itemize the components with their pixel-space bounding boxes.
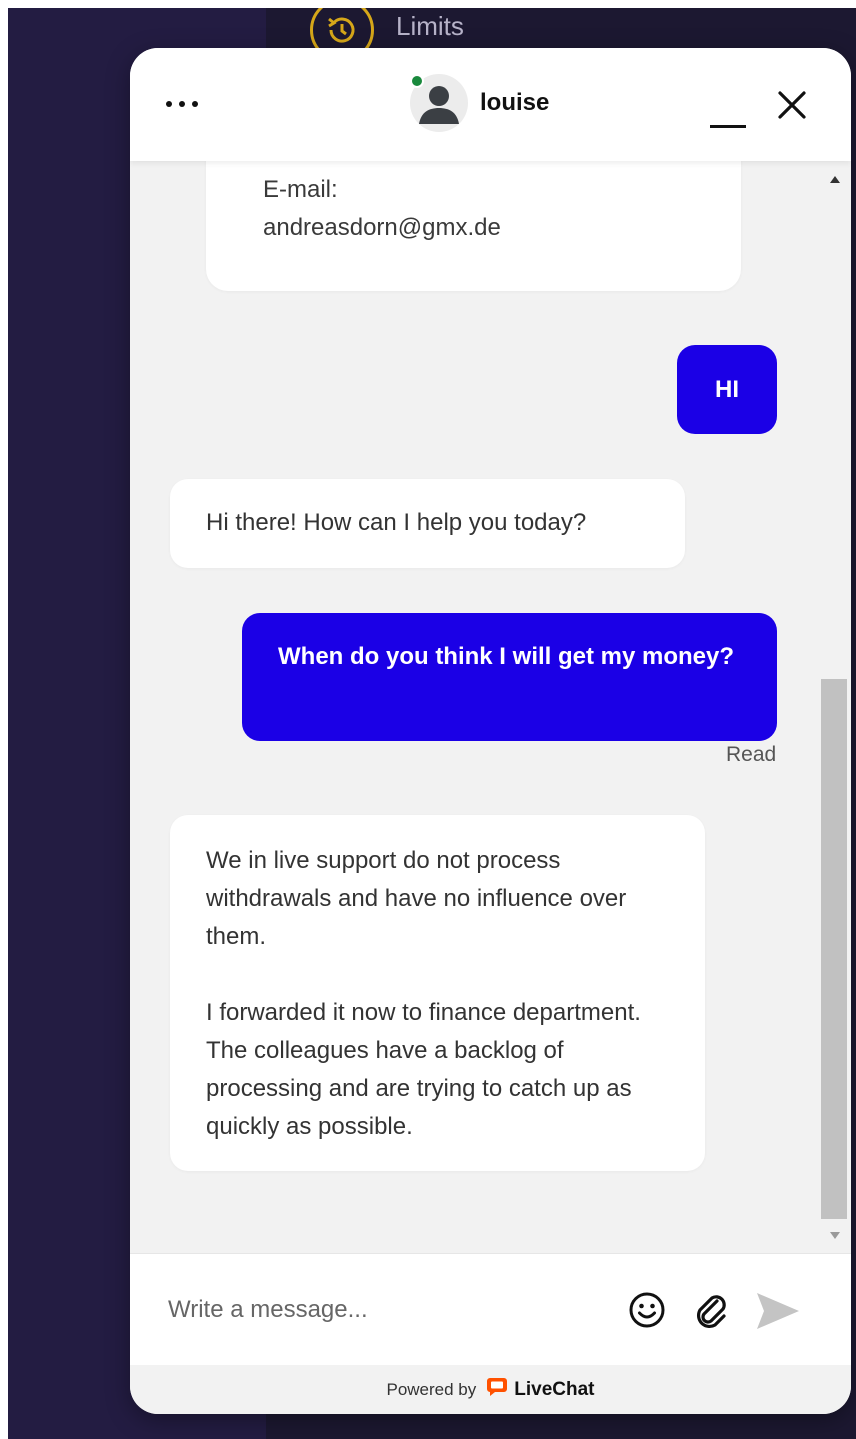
scroll-thumb[interactable] <box>821 679 847 1219</box>
email-card: E-mail: andreasdorn@gmx.de <box>206 161 741 291</box>
attachment-icon[interactable] <box>690 1289 734 1333</box>
close-icon[interactable] <box>775 88 809 122</box>
send-icon[interactable] <box>754 1290 802 1332</box>
email-value: andreasdorn@gmx.de <box>263 214 501 241</box>
user-message-text: When do you think I will get my money? <box>278 643 735 670</box>
agent-message: Hi there! How can I help you today? <box>170 479 685 568</box>
agent-message: We in live support do not process withdr… <box>170 815 705 1171</box>
user-message: When do you think I will get my money? <box>242 613 777 741</box>
agent-message-text: We in live support do not process withdr… <box>206 847 627 950</box>
emoji-icon[interactable] <box>627 1290 667 1330</box>
powered-by-footer[interactable]: Powered by LiveChat <box>130 1365 851 1414</box>
chat-header: louise <box>130 48 851 161</box>
message-scrollbar[interactable] <box>819 161 851 1253</box>
message-list: E-mail: andreasdorn@gmx.de HI Hi there! … <box>130 161 851 1253</box>
agent-info: louise <box>410 74 549 132</box>
powered-by-label: Powered by <box>386 1379 477 1399</box>
chat-widget: louise E-mail: andreasdorn@gmx.de HI Hi … <box>130 48 851 1414</box>
user-message-text: HI <box>715 375 739 403</box>
user-message: HI <box>677 345 777 434</box>
livechat-brand: LiveChat <box>514 1378 595 1400</box>
agent-name: louise <box>480 89 550 116</box>
message-composer <box>130 1253 851 1365</box>
message-input[interactable] <box>168 1288 598 1332</box>
agent-message-text: I forwarded it now to finance department… <box>206 999 641 1140</box>
livechat-logo-icon <box>486 1376 508 1403</box>
scroll-down-arrow-icon[interactable] <box>830 1232 840 1239</box>
avatar-icon <box>410 74 468 132</box>
read-receipt: Read <box>726 743 777 766</box>
limits-label: Limits <box>396 10 464 41</box>
scroll-up-arrow-icon[interactable] <box>830 176 840 183</box>
online-status-dot <box>410 74 424 88</box>
email-label: E-mail: <box>263 176 338 203</box>
minimize-icon[interactable] <box>710 98 748 128</box>
agent-message-text: Hi there! How can I help you today? <box>206 509 587 536</box>
more-options-icon[interactable] <box>166 92 210 116</box>
